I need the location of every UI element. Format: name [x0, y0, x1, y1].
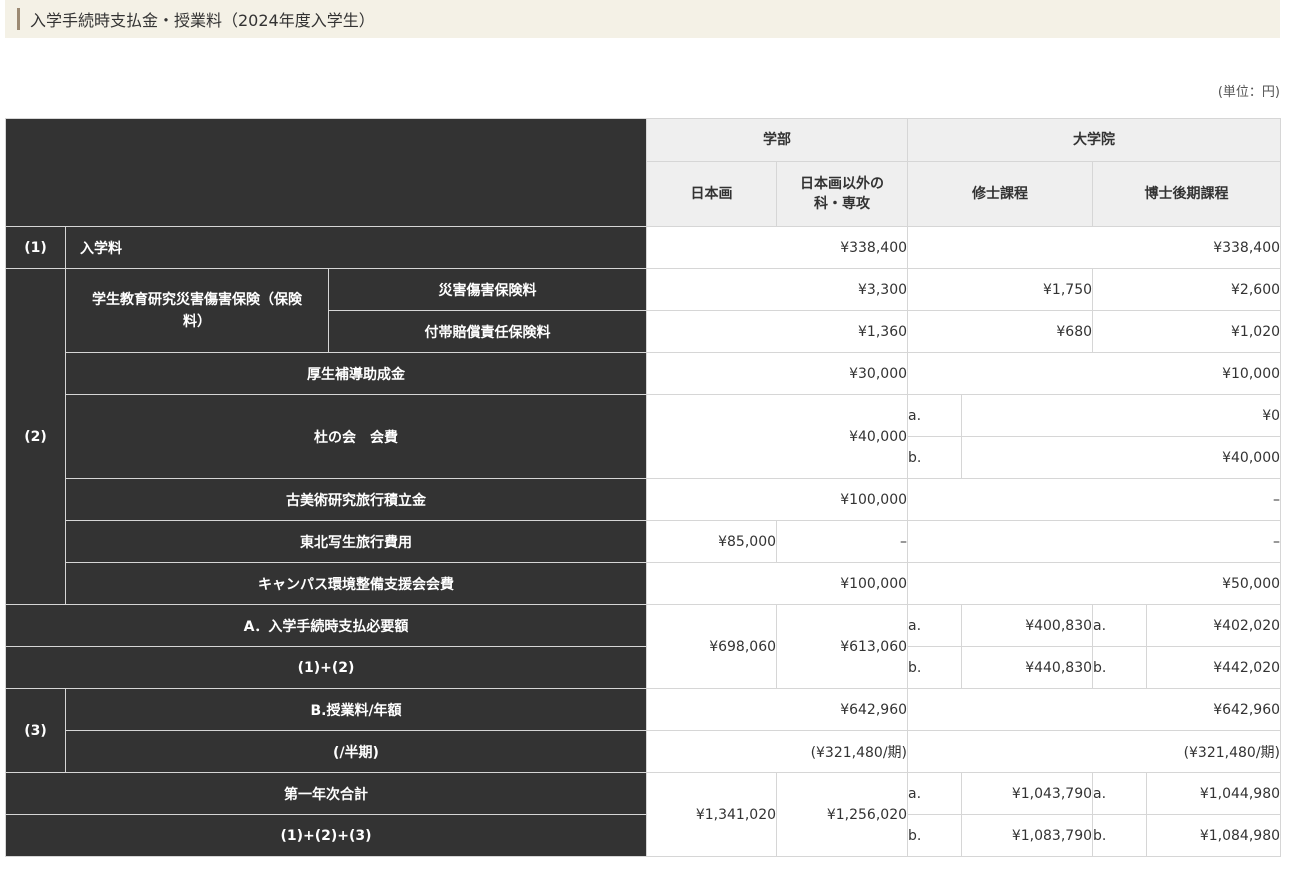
saigai-shushi: ¥1,750: [907, 268, 1094, 311]
mori-a-mark: a.: [907, 394, 963, 437]
saigai-hakushi: ¥2,600: [1092, 268, 1282, 311]
label-a-total: A．入学手続時支払必要額: [4, 604, 648, 647]
a-shushi-a-mark: a.: [907, 604, 963, 647]
header-hakushi: 博士後期課程: [1092, 161, 1282, 227]
kobijutsu-daigakuin: –: [907, 478, 1282, 521]
row-total-a: 第一年次合計 ¥1,341,020 ¥1,256,020 a. ¥1,043,7…: [4, 772, 1282, 857]
jugyoryo-daigakuin: ¥642,960: [907, 688, 1282, 731]
total-nihonga: ¥1,341,020: [646, 772, 778, 857]
label-saigai: 災害傷害保険料: [327, 268, 648, 311]
nyugakuryo-daigakuin: ¥338,400: [907, 226, 1282, 269]
row-hanki: (/半期) (¥321,480/期) (¥321,480/期): [6, 730, 1282, 773]
label-hoken: 学生教育研究災害傷害保険（保険料）: [65, 268, 329, 353]
total-shushi-b-mark: b.: [907, 814, 963, 857]
label-jugyoryo: B.授業料/年額: [64, 688, 648, 731]
row-total-b: (1)+(2)+(3) b. ¥1,083,790 b. ¥1,084,980: [4, 814, 1282, 857]
baisho-hakushi: ¥1,020: [1092, 310, 1282, 353]
campus-daigakuin: ¥50,000: [907, 562, 1282, 605]
header-daigakuin: 大学院: [907, 118, 1282, 162]
title-accent-bar: [17, 8, 20, 30]
row-saigai: (2) 学生教育研究災害傷害保険（保険料） 災害傷害保険料 ¥3,300 ¥1,…: [5, 268, 1282, 605]
nyugakuryo-gakubu: ¥338,400: [646, 226, 909, 269]
header-corner: [4, 118, 648, 227]
row-kobijutsu: 古美術研究旅行積立金 ¥100,000 –: [6, 478, 1282, 521]
row-num-1: (1): [5, 226, 66, 269]
label-total-sub: (1)+(2)+(3): [4, 814, 648, 857]
kosei-daigakuin: ¥10,000: [907, 352, 1282, 395]
label-tohoku: 東北写生旅行費用: [64, 520, 648, 563]
a-shushi-b: ¥440,830: [961, 646, 1094, 689]
a-hakushi-a: ¥402,020: [1146, 604, 1282, 647]
row-mori-a: 杜の会 会費 ¥40,000 a. ¥0: [6, 394, 1282, 479]
tohoku-nihonga: ¥85,000: [646, 520, 778, 563]
hanki-daigakuin: (¥321,480/期): [907, 730, 1282, 773]
total-hakushi-b: ¥1,084,980: [1146, 814, 1282, 857]
row-num-3: (3): [5, 688, 66, 773]
mori-b-mark: b.: [907, 436, 963, 479]
header-nihonga: 日本画: [646, 161, 778, 227]
total-shushi-b: ¥1,083,790: [961, 814, 1094, 857]
row-kosei: 厚生補導助成金 ¥30,000 ¥10,000: [6, 352, 1282, 395]
total-shushi-a-mark: a.: [907, 772, 963, 815]
label-campus: キャンパス環境整備支援会会費: [64, 562, 648, 605]
a-nihonga: ¥698,060: [646, 604, 778, 689]
unit-label: (単位：円): [1217, 85, 1280, 100]
tohoku-igai: –: [776, 520, 909, 563]
a-shushi-b-mark: b.: [907, 646, 963, 689]
label-nyugakuryo: 入学料: [64, 226, 648, 269]
hanki-gakubu: (¥321,480/期): [646, 730, 909, 773]
a-igai: ¥613,060: [776, 604, 909, 689]
row-a-total-a: A．入学手続時支払必要額 ¥698,060 ¥613,060 a. ¥400,8…: [4, 604, 1282, 689]
jugyoryo-gakubu: ¥642,960: [646, 688, 909, 731]
total-hakushi-a-mark: a.: [1092, 772, 1148, 815]
page-title-text: 入学手続時支払金・授業料（2024年度入学生）: [30, 11, 375, 30]
campus-gakubu: ¥100,000: [646, 562, 909, 605]
row-tohoku: 東北写生旅行費用 ¥85,000 – –: [6, 520, 1282, 563]
saigai-gakubu: ¥3,300: [646, 268, 909, 311]
row-campus: キャンパス環境整備支援会会費 ¥100,000 ¥50,000: [6, 562, 1282, 605]
label-mori: 杜の会 会費: [64, 394, 648, 479]
row-nyugakuryo: (1) 入学料 ¥338,400 ¥338,400: [5, 226, 1282, 269]
kobijutsu-gakubu: ¥100,000: [646, 478, 909, 521]
page-title: 入学手続時支払金・授業料（2024年度入学生）: [5, 0, 1280, 38]
a-hakushi-b-mark: b.: [1092, 646, 1148, 689]
row-a-total-b: (1)+(2) b. ¥440,830 b. ¥442,020: [4, 646, 1282, 689]
a-hakushi-b: ¥442,020: [1146, 646, 1282, 689]
label-hanki: (/半期): [64, 730, 648, 773]
mori-b-value: ¥40,000: [961, 436, 1282, 479]
header-gakubu: 学部: [646, 118, 909, 162]
tohoku-daigakuin: –: [907, 520, 1282, 563]
baisho-shushi: ¥680: [907, 310, 1094, 353]
mori-gakubu: ¥40,000: [646, 394, 909, 479]
baisho-gakubu: ¥1,360: [646, 310, 909, 353]
total-hakushi-b-mark: b.: [1092, 814, 1148, 857]
total-igai: ¥1,256,020: [776, 772, 909, 857]
total-hakushi-a: ¥1,044,980: [1146, 772, 1282, 815]
header-shushi: 修士課程: [907, 161, 1094, 227]
a-shushi-a: ¥400,830: [961, 604, 1094, 647]
mori-a-value: ¥0: [961, 394, 1282, 437]
row-jugyoryo: (3) B.授業料/年額 ¥642,960 ¥642,960: [5, 688, 1282, 773]
total-shushi-a: ¥1,043,790: [961, 772, 1094, 815]
kosei-gakubu: ¥30,000: [646, 352, 909, 395]
label-a-sub: (1)+(2): [4, 646, 648, 689]
fee-table: 学部 大学院 日本画 日本画以外の 科・専攻 修士課程 博士後期課程 (1) 入…: [4, 118, 1282, 857]
row-num-2: (2): [5, 268, 66, 605]
a-hakushi-a-mark: a.: [1092, 604, 1148, 647]
label-total: 第一年次合計: [4, 772, 648, 815]
header-row-1: 学部 大学院: [4, 118, 1282, 227]
header-nihonga-igai: 日本画以外の 科・専攻: [776, 161, 909, 227]
label-kobijutsu: 古美術研究旅行積立金: [64, 478, 648, 521]
label-kosei: 厚生補導助成金: [64, 352, 648, 395]
label-baisho: 付帯賠償責任保険料: [327, 310, 648, 353]
